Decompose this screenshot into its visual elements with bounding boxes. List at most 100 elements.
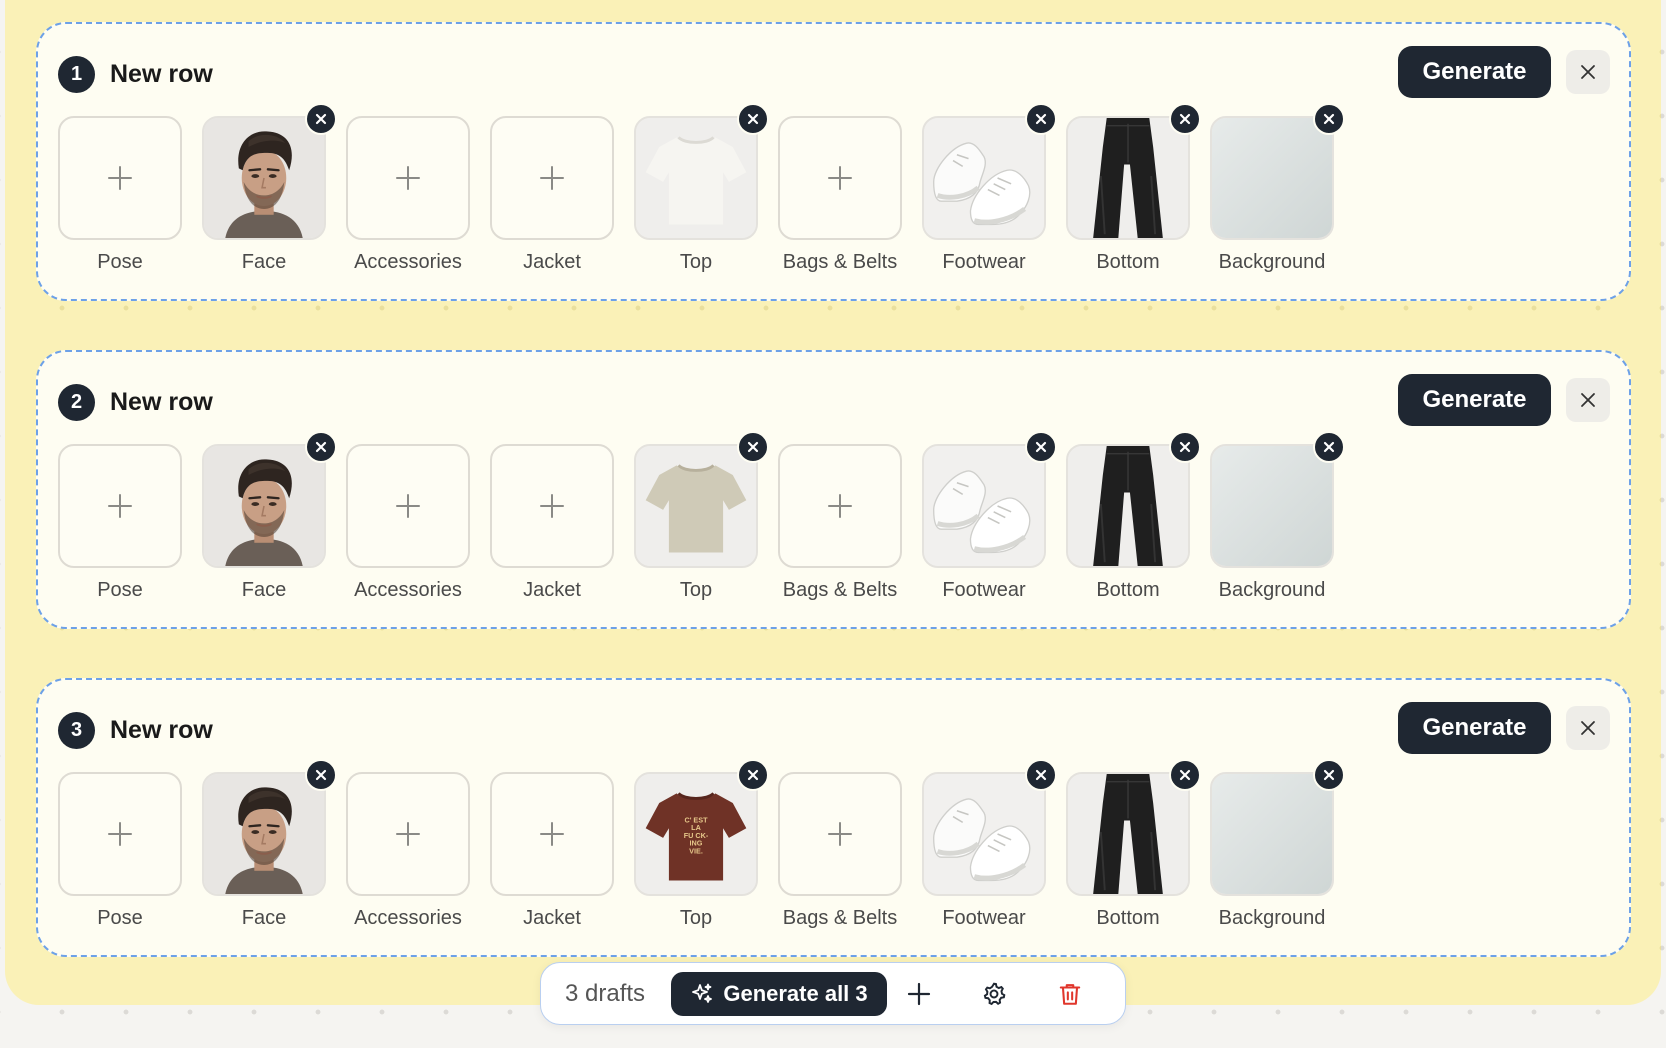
add-slot-button[interactable] — [58, 116, 182, 240]
slot-background: Background — [1210, 431, 1345, 609]
generate-button[interactable]: Generate — [1398, 46, 1551, 98]
row-title[interactable]: New row — [110, 388, 213, 417]
slot-list: Pose Face Accessories Jacket C' EST LA FU CK… — [58, 759, 1358, 937]
plus-icon — [105, 163, 135, 193]
remove-icon[interactable] — [1169, 431, 1201, 463]
black-jeans-image[interactable] — [1066, 772, 1190, 896]
generate-all-button[interactable]: Generate all 3 — [671, 972, 887, 1016]
slot-footwear: Footwear — [922, 759, 1057, 937]
row-card: 3 New row Generate Pose Face Accessories J… — [36, 678, 1631, 957]
slot-label: Face — [241, 907, 287, 929]
row-number-badge: 1 — [58, 56, 95, 93]
row-header: 2 New row — [58, 384, 213, 421]
remove-icon[interactable] — [1169, 759, 1201, 791]
add-slot-button[interactable] — [490, 772, 614, 896]
slot-label: Footwear — [942, 907, 1026, 929]
portrait-image[interactable] — [202, 772, 326, 896]
slot-label: Pose — [97, 251, 143, 273]
slot-label: Bags & Belts — [782, 907, 898, 929]
white-tshirt-image[interactable] — [634, 116, 758, 240]
drafts-count: 3 drafts — [565, 980, 646, 1007]
add-slot-button[interactable] — [778, 772, 902, 896]
plus-icon[interactable] — [904, 979, 934, 1009]
remove-icon[interactable] — [1025, 103, 1057, 135]
slot-label: Jacket — [523, 579, 581, 601]
add-slot-button[interactable] — [346, 444, 470, 568]
row-title[interactable]: New row — [110, 60, 213, 89]
slot-list: Pose Face Accessories Jacket Top Bags & Bel… — [58, 103, 1358, 281]
remove-icon[interactable] — [1313, 431, 1345, 463]
svg-text:VIE.: VIE. — [689, 846, 703, 855]
remove-icon[interactable] — [737, 431, 769, 463]
add-slot-button[interactable] — [778, 444, 902, 568]
row-header: 3 New row — [58, 712, 213, 749]
slot-bags-belts: Bags & Belts — [778, 772, 902, 937]
row-number-badge: 3 — [58, 712, 95, 749]
slot-bags-belts: Bags & Belts — [778, 444, 902, 609]
slot-label: Bottom — [1096, 251, 1160, 273]
slot-label: Bottom — [1096, 907, 1160, 929]
remove-icon[interactable] — [1169, 103, 1201, 135]
add-slot-button[interactable] — [58, 772, 182, 896]
white-sneakers-image[interactable] — [922, 444, 1046, 568]
slot-face: Face — [202, 103, 337, 281]
close-icon[interactable] — [1566, 50, 1610, 94]
slot-bags-belts: Bags & Belts — [778, 116, 902, 281]
slot-footwear: Footwear — [922, 103, 1057, 281]
slot-pose: Pose — [58, 444, 182, 609]
remove-icon[interactable] — [1025, 431, 1057, 463]
brown-graphic-tshirt-image[interactable]: C' EST LA FU CK- ING VIE. — [634, 772, 758, 896]
slot-label: Bags & Belts — [782, 251, 898, 273]
portrait-image[interactable] — [202, 444, 326, 568]
remove-icon[interactable] — [1313, 759, 1345, 791]
slot-top: Top — [634, 431, 769, 609]
generate-button[interactable]: Generate — [1398, 374, 1551, 426]
light-gray-background-image[interactable] — [1210, 116, 1334, 240]
slot-accessories: Accessories — [346, 116, 470, 281]
black-jeans-image[interactable] — [1066, 116, 1190, 240]
beige-tshirt-image[interactable] — [634, 444, 758, 568]
slot-background: Background — [1210, 759, 1345, 937]
remove-icon[interactable] — [1025, 759, 1057, 791]
slot-label: Accessories — [354, 907, 462, 929]
black-jeans-image[interactable] — [1066, 444, 1190, 568]
portrait-image[interactable] — [202, 116, 326, 240]
remove-icon[interactable] — [1313, 103, 1345, 135]
add-slot-button[interactable] — [58, 444, 182, 568]
slot-pose: Pose — [58, 116, 182, 281]
slot-label: Background — [1218, 251, 1326, 273]
slot-label: Top — [679, 907, 713, 929]
generate-button[interactable]: Generate — [1398, 702, 1551, 754]
add-slot-button[interactable] — [490, 116, 614, 240]
add-slot-button[interactable] — [346, 116, 470, 240]
add-slot-button[interactable] — [490, 444, 614, 568]
add-slot-button[interactable] — [346, 772, 470, 896]
row-card: 1 New row Generate Pose Face Accessories J… — [36, 22, 1631, 301]
gear-icon[interactable] — [979, 979, 1009, 1009]
slot-bottom: Bottom — [1066, 431, 1201, 609]
light-gray-background-image[interactable] — [1210, 444, 1334, 568]
add-slot-button[interactable] — [778, 116, 902, 240]
plus-icon — [105, 819, 135, 849]
row-title[interactable]: New row — [110, 716, 213, 745]
slot-label: Accessories — [354, 251, 462, 273]
remove-icon[interactable] — [737, 103, 769, 135]
trash-icon[interactable] — [1055, 979, 1085, 1009]
slot-label: Bottom — [1096, 579, 1160, 601]
remove-icon[interactable] — [305, 103, 337, 135]
close-icon[interactable] — [1566, 378, 1610, 422]
remove-icon[interactable] — [305, 431, 337, 463]
slot-accessories: Accessories — [346, 772, 470, 937]
slot-face: Face — [202, 759, 337, 937]
remove-icon[interactable] — [737, 759, 769, 791]
plus-icon — [537, 491, 567, 521]
close-icon[interactable] — [1566, 706, 1610, 750]
remove-icon[interactable] — [305, 759, 337, 791]
sparkles-icon — [690, 982, 714, 1006]
white-sneakers-image[interactable] — [922, 116, 1046, 240]
slot-label: Pose — [97, 907, 143, 929]
plus-icon — [393, 819, 423, 849]
plus-icon — [825, 163, 855, 193]
white-sneakers-image[interactable] — [922, 772, 1046, 896]
light-gray-background-image[interactable] — [1210, 772, 1334, 896]
